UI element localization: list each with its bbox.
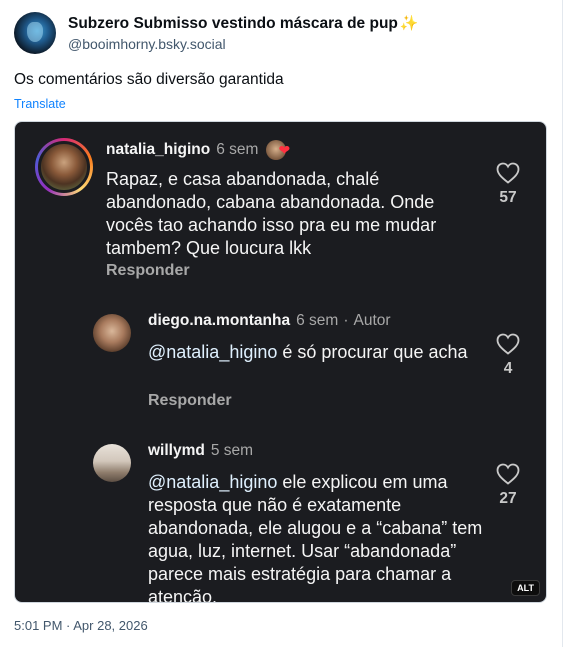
- author-names: Subzero Submisso vestindo máscara de pup…: [68, 12, 419, 53]
- reply-button: Responder: [148, 392, 232, 409]
- separator-dot: ·: [343, 312, 349, 329]
- comment-time: 5 sem: [210, 442, 254, 459]
- comment-username: diego.na.montanha: [148, 312, 291, 329]
- author-handle[interactable]: @booimhorny.bsky.social: [68, 35, 419, 53]
- creator-liked-badge: ❤: [266, 140, 290, 160]
- like-control: 4: [493, 333, 523, 379]
- author-tag: Autor: [353, 312, 391, 329]
- reply-button: Responder: [106, 262, 190, 279]
- sparkle-icon: ✨: [399, 15, 419, 32]
- avatar: [35, 138, 93, 196]
- comment-username: natalia_higino: [106, 141, 211, 158]
- post-text: Os comentários são diversão garantida: [14, 71, 284, 88]
- like-control: 57: [493, 162, 523, 208]
- avatar: [93, 444, 131, 482]
- post-author[interactable]: Subzero Submisso vestindo máscara de pup…: [14, 12, 419, 62]
- post: Subzero Submisso vestindo máscara de pup…: [0, 0, 563, 647]
- comment-header: diego.na.montanha 6 sem · Autor: [148, 311, 391, 331]
- post-timestamp[interactable]: 5:01 PM · Apr 28, 2026: [14, 618, 148, 634]
- avatar-photo: [38, 141, 90, 193]
- embedded-screenshot[interactable]: natalia_higino 6 sem ❤ Rapaz, e casa aba…: [14, 121, 547, 603]
- comment-header: willymd 5 sem: [148, 441, 253, 461]
- author-display-name[interactable]: Subzero Submisso vestindo máscara de pup…: [68, 14, 419, 34]
- like-count: 4: [503, 360, 513, 377]
- heart-outline-icon: [496, 463, 520, 485]
- display-name-text: Subzero Submisso vestindo máscara de pup: [68, 15, 398, 32]
- heart-outline-icon: [496, 333, 520, 355]
- comment-header: natalia_higino 6 sem ❤: [106, 140, 290, 160]
- comment-body: @natalia_higino é só procurar que acha: [148, 341, 478, 364]
- like-count: 27: [499, 490, 517, 507]
- heart-icon: ❤: [278, 142, 291, 158]
- translate-link[interactable]: Translate: [14, 96, 66, 112]
- author-avatar[interactable]: [14, 12, 56, 54]
- comment-body: @natalia_higino ele explicou em uma resp…: [148, 471, 483, 602]
- heart-outline-icon: [496, 162, 520, 184]
- alt-text-badge[interactable]: ALT: [511, 580, 540, 596]
- like-control: 27: [493, 463, 523, 509]
- like-count: 57: [499, 189, 517, 206]
- mention-link: @natalia_higino: [148, 472, 278, 492]
- mention-link: @natalia_higino: [148, 342, 278, 362]
- comment-time: 6 sem: [296, 312, 339, 329]
- comment-time: 6 sem: [216, 141, 259, 158]
- comment-body: Rapaz, e casa abandonada, chalé abandona…: [106, 169, 437, 258]
- comment-text: é só procurar que acha: [277, 342, 468, 362]
- avatar: [93, 314, 131, 352]
- comment-username: willymd: [148, 442, 205, 459]
